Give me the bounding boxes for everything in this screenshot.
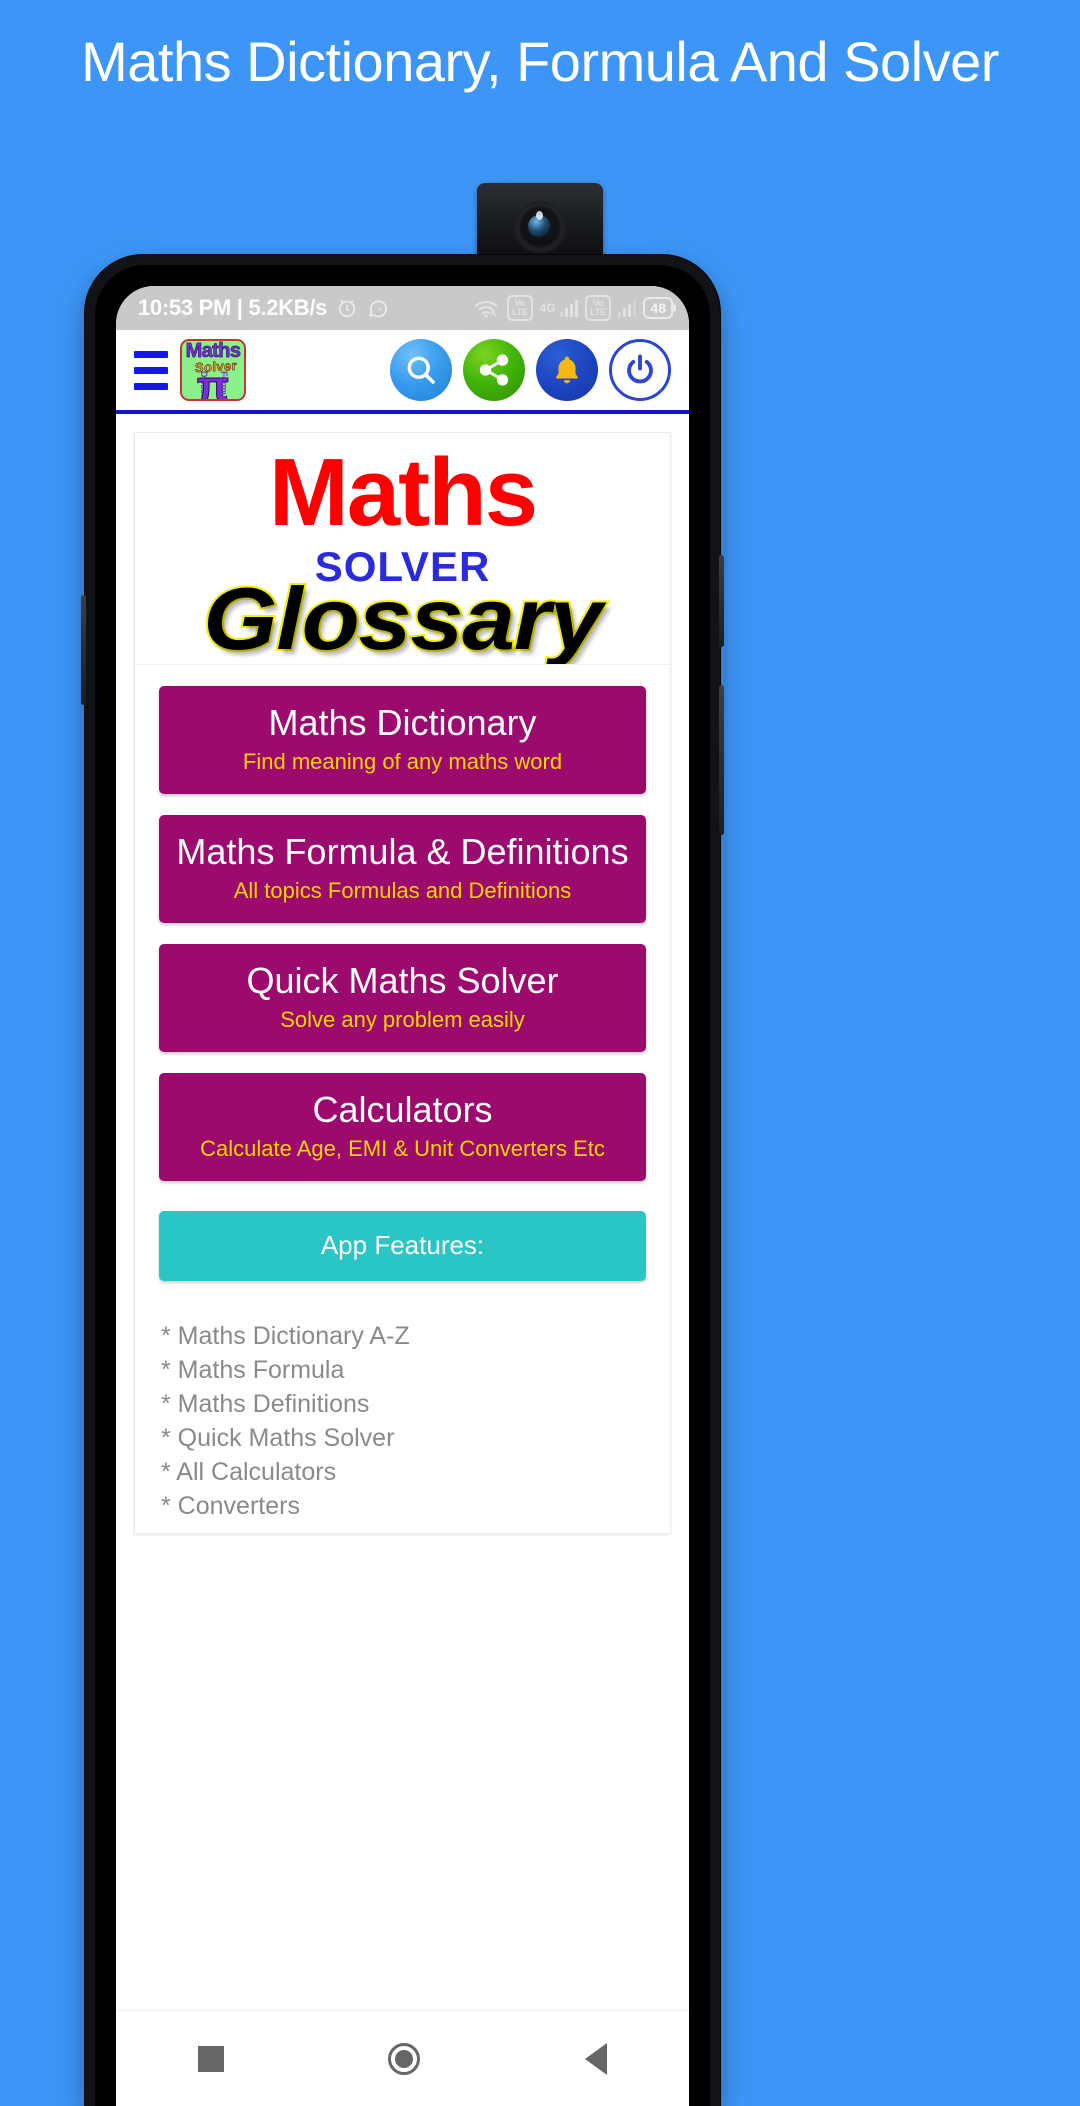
app-bar-actions: [390, 339, 671, 401]
app-features-header[interactable]: App Features:: [159, 1211, 646, 1281]
hamburger-menu-icon[interactable]: [128, 350, 168, 390]
camera-lens-icon: [514, 201, 566, 253]
signal-bars-sim1-icon: [559, 299, 579, 317]
battery-indicator: 48: [643, 297, 673, 319]
volte2-badge-icon: Vo LTE: [585, 295, 611, 321]
network-type-label: 4G: [539, 301, 556, 315]
circle-home-icon[interactable]: [388, 2042, 421, 2075]
left-side-button[interactable]: [81, 595, 86, 705]
menu-button-title: Calculators: [312, 1089, 493, 1130]
phone-screen: 10:53 PM | 5.2KB/s Vo LTE 4G Vo LTE 48 M…: [116, 286, 689, 2106]
list-item: * Converters: [161, 1492, 300, 1520]
status-time-and-speed: 10:53 PM | 5.2KB/s: [138, 295, 328, 320]
menu-button-subtitle: Solve any problem easily: [280, 1007, 525, 1032]
list-item: * Quick Maths Solver: [161, 1424, 395, 1452]
bell-icon[interactable]: [536, 339, 598, 401]
menu-button-calculators[interactable]: Calculators Calculate Age, EMI & Unit Co…: [159, 1073, 646, 1181]
volume-side-button[interactable]: [719, 685, 724, 835]
menu-button-title: Maths Formula & Definitions: [176, 831, 629, 872]
menu-button-subtitle: All topics Formulas and Definitions: [233, 878, 572, 903]
glossary-banner: Maths SOLVER Glossary: [135, 433, 670, 665]
menu-button-title: Quick Maths Solver: [246, 960, 559, 1001]
list-item: * Maths Dictionary A-Z: [161, 1322, 410, 1350]
list-item: * Maths Definitions: [161, 1390, 370, 1418]
app-content: Maths SOLVER Glossary Maths Dictionary F…: [116, 414, 689, 2106]
app-features-list: * Maths Dictionary A-Z * Maths Formula *…: [161, 1319, 646, 1523]
menu-button-subtitle: Find meaning of any maths word: [242, 749, 563, 774]
menu-button-maths-formula-definitions[interactable]: Maths Formula & Definitions All topics F…: [159, 815, 646, 923]
power-icon[interactable]: [609, 339, 671, 401]
triangle-back-icon[interactable]: [584, 2042, 607, 2075]
wifi-icon: [474, 298, 500, 318]
home-card: Maths SOLVER Glossary Maths Dictionary F…: [134, 432, 671, 1534]
status-bar-right: Vo LTE 4G Vo LTE 48: [474, 295, 673, 321]
share-icon[interactable]: [463, 339, 525, 401]
whatsapp-icon: [367, 297, 389, 319]
alarm-clock-icon: [336, 297, 358, 319]
phone-device-frame: 10:53 PM | 5.2KB/s Vo LTE 4G Vo LTE 48 M…: [81, 255, 724, 2106]
page-title: Maths Dictionary, Formula And Solver: [81, 30, 999, 93]
menu-button-maths-dictionary[interactable]: Maths Dictionary Find meaning of any mat…: [159, 686, 646, 794]
status-bar: 10:53 PM | 5.2KB/s Vo LTE 4G Vo LTE 48: [116, 286, 689, 330]
signal-bars-sim2-icon: [617, 299, 637, 317]
square-recents-icon[interactable]: [198, 2045, 225, 2072]
status-bar-left: 10:53 PM | 5.2KB/s: [138, 295, 389, 321]
menu-button-quick-maths-solver[interactable]: Quick Maths Solver Solve any problem eas…: [159, 944, 646, 1052]
banner-line-glossary: Glossary: [201, 569, 605, 665]
app-logo: Maths Solver Dictionary π Formula: [180, 339, 246, 401]
volte-badge-icon: Vo LTE: [506, 295, 533, 321]
list-item: * Maths Formula: [161, 1356, 345, 1384]
android-navigation-bar: [116, 2010, 689, 2106]
menu-button-subtitle: Calculate Age, EMI & Unit Converters Etc: [200, 1136, 605, 1161]
app-logo-right-word: Formula: [219, 371, 229, 401]
app-bar: Maths Solver Dictionary π Formula: [116, 330, 689, 414]
list-item: * All Calculators: [161, 1458, 337, 1486]
search-icon[interactable]: [390, 339, 452, 401]
menu-button-title: Maths Dictionary: [268, 702, 537, 743]
banner-line-maths: Maths: [268, 439, 538, 546]
power-side-button[interactable]: [719, 555, 724, 647]
phone-bezel: 10:53 PM | 5.2KB/s Vo LTE 4G Vo LTE 48 M…: [95, 265, 710, 2106]
